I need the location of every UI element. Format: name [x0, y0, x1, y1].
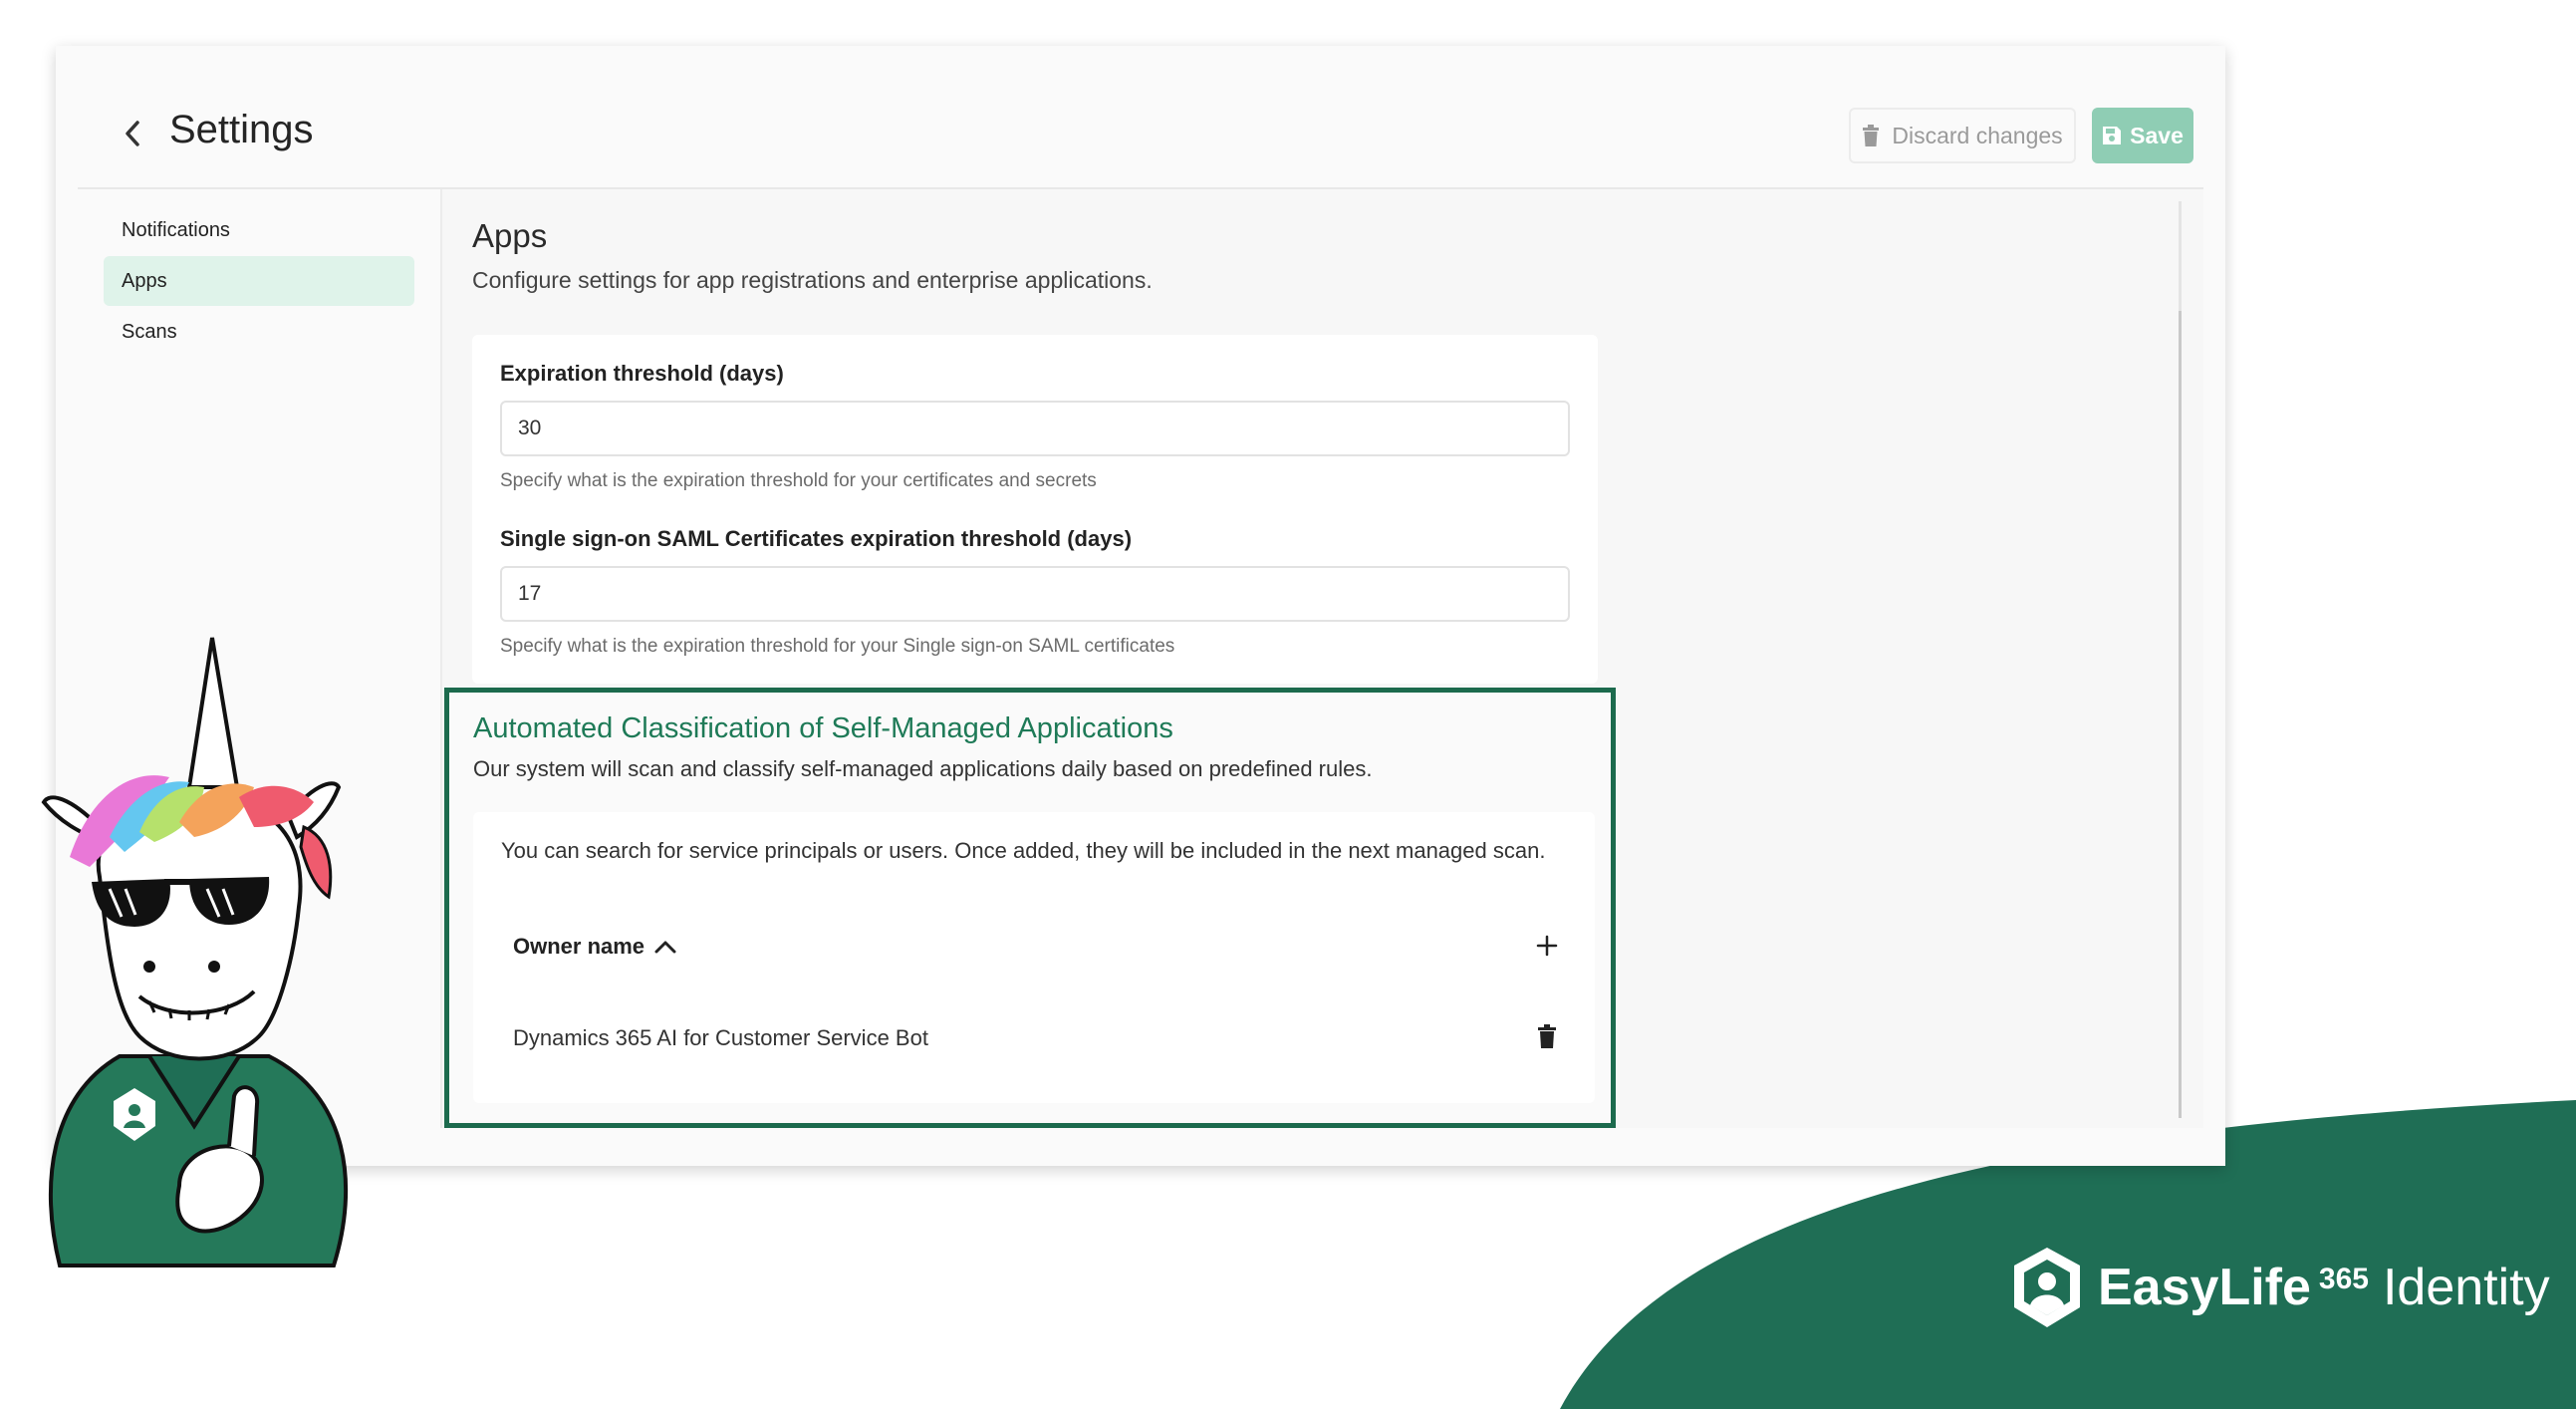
unicorn-mascot-illustration [41, 637, 349, 1268]
back-chevron-icon [126, 121, 139, 146]
classification-subtitle: Our system will scan and classify self-m… [473, 756, 1373, 781]
back-button[interactable] [112, 112, 155, 155]
apps-settings-card: Expiration threshold (days) Specify what… [472, 335, 1598, 684]
section-subtitle: Configure settings for app registrations… [472, 267, 1153, 293]
discard-changes-label: Discard changes [1892, 122, 2063, 148]
brand-logo: EasyLife 365 Identity [2010, 1246, 2550, 1329]
sidebar-item-label: Scans [122, 320, 177, 343]
section-title: Apps [472, 217, 548, 254]
classification-title: Automated Classification of Self-Managed… [473, 712, 1173, 744]
expiration-threshold-input[interactable] [500, 401, 1570, 456]
delete-icon [1538, 1024, 1556, 1048]
owner-name-column-header[interactable]: Owner name [513, 934, 676, 960]
brand-product: Identity [2382, 1259, 2550, 1316]
page-header: Settings Discard changes Save [78, 82, 2203, 189]
owner-name-header-label: Owner name [513, 934, 645, 959]
shield-logo-icon [2014, 1248, 2080, 1327]
sidebar-item-scans[interactable]: Scans [104, 307, 414, 357]
sidebar-item-label: Apps [122, 269, 167, 292]
owners-intro: You can search for service principals or… [501, 838, 1546, 863]
save-label: Save [2130, 122, 2184, 148]
scrollbar[interactable] [2179, 201, 2182, 1118]
saml-threshold-label: Single sign-on SAML Certificates expirat… [500, 526, 1133, 551]
brand-name: EasyLife [2098, 1259, 2311, 1316]
page-title: Settings [169, 108, 314, 151]
expiration-threshold-help: Specify what is the expiration threshold… [500, 470, 1097, 491]
owners-card: You can search for service principals or… [473, 812, 1595, 1103]
delete-owner-button[interactable] [1531, 1019, 1563, 1053]
table-row: Dynamics 365 AI for Customer Service Bot [513, 1025, 928, 1050]
sidebar-item-apps[interactable]: Apps [104, 256, 414, 306]
expiration-threshold-label: Expiration threshold (days) [500, 361, 784, 386]
classification-section: Automated Classification of Self-Managed… [444, 688, 1616, 1128]
sort-ascending-icon [654, 941, 676, 954]
trash-icon [1863, 125, 1880, 146]
discard-changes-button[interactable]: Discard changes [1849, 108, 2076, 163]
saml-threshold-input[interactable] [500, 566, 1570, 622]
sidebar-item-label: Notifications [122, 218, 230, 241]
add-owner-button[interactable] [1529, 928, 1565, 964]
plus-icon [1536, 935, 1558, 957]
scrollbar-thumb[interactable] [2179, 311, 2182, 1118]
saml-threshold-help: Specify what is the expiration threshold… [500, 636, 1175, 657]
sidebar-item-notifications[interactable]: Notifications [104, 205, 414, 255]
brand-superscript: 365 [2318, 1263, 2369, 1295]
save-button[interactable]: Save [2092, 108, 2193, 163]
save-icon [2103, 127, 2122, 144]
